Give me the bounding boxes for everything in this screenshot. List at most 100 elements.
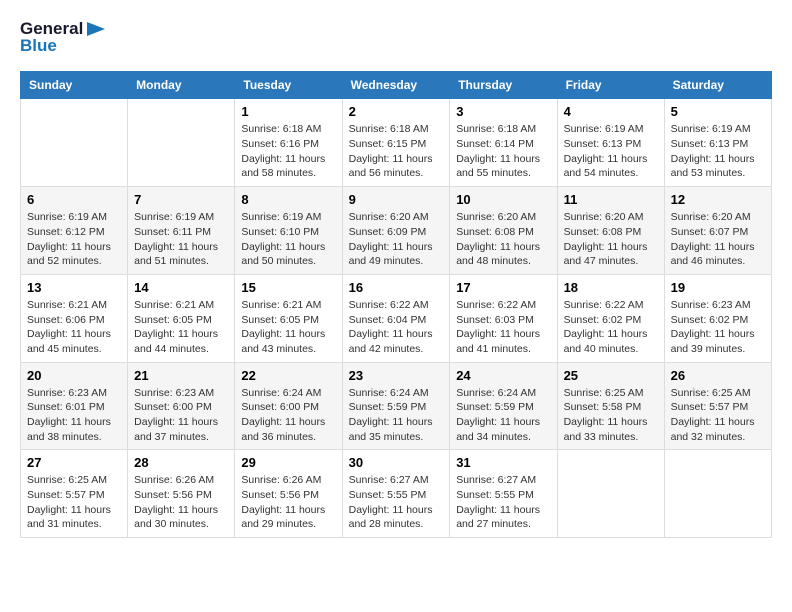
calendar-cell: 5 Sunrise: 6:19 AM Sunset: 6:13 PM Daylig… bbox=[664, 99, 771, 187]
weekday-header: Tuesday bbox=[235, 72, 342, 99]
day-number: 29 bbox=[241, 455, 335, 470]
calendar-week-row: 27 Sunrise: 6:25 AM Sunset: 5:57 PM Dayli… bbox=[21, 450, 772, 538]
day-number: 11 bbox=[564, 192, 658, 207]
day-number: 7 bbox=[134, 192, 228, 207]
weekday-header: Wednesday bbox=[342, 72, 450, 99]
day-number: 30 bbox=[349, 455, 444, 470]
day-number: 18 bbox=[564, 280, 658, 295]
calendar-cell: 24Sunrise: 6:24 AM Sunset: 5:59 PM Dayli… bbox=[450, 362, 557, 450]
calendar-cell: 9 Sunrise: 6:20 AM Sunset: 6:09 PM Daylig… bbox=[342, 187, 450, 275]
day-number: 17 bbox=[456, 280, 550, 295]
weekday-header: Saturday bbox=[664, 72, 771, 99]
day-info: Sunrise: 6:23 AM Sunset: 6:02 PM Dayligh… bbox=[671, 298, 765, 357]
day-info: Sunrise: 6:26 AM Sunset: 5:56 PM Dayligh… bbox=[241, 473, 335, 532]
day-info: Sunrise: 6:20 AM Sunset: 6:07 PM Dayligh… bbox=[671, 210, 765, 269]
day-info: Sunrise: 6:26 AM Sunset: 5:56 PM Dayligh… bbox=[134, 473, 228, 532]
day-number: 2 bbox=[349, 104, 444, 119]
day-number: 14 bbox=[134, 280, 228, 295]
day-info: Sunrise: 6:19 AM Sunset: 6:12 PM Dayligh… bbox=[27, 210, 121, 269]
day-number: 23 bbox=[349, 368, 444, 383]
day-number: 24 bbox=[456, 368, 550, 383]
day-number: 13 bbox=[27, 280, 121, 295]
weekday-header: Thursday bbox=[450, 72, 557, 99]
calendar-cell: 6 Sunrise: 6:19 AM Sunset: 6:12 PM Daylig… bbox=[21, 187, 128, 275]
weekday-header: Sunday bbox=[21, 72, 128, 99]
day-number: 15 bbox=[241, 280, 335, 295]
calendar-week-row: 1Sunrise: 6:18 AM Sunset: 6:16 PM Daylig… bbox=[21, 99, 772, 187]
day-number: 20 bbox=[27, 368, 121, 383]
calendar-cell bbox=[664, 450, 771, 538]
day-info: Sunrise: 6:18 AM Sunset: 6:15 PM Dayligh… bbox=[349, 122, 444, 181]
day-number: 12 bbox=[671, 192, 765, 207]
day-info: Sunrise: 6:21 AM Sunset: 6:05 PM Dayligh… bbox=[134, 298, 228, 357]
day-info: Sunrise: 6:23 AM Sunset: 6:01 PM Dayligh… bbox=[27, 386, 121, 445]
day-info: Sunrise: 6:20 AM Sunset: 6:08 PM Dayligh… bbox=[564, 210, 658, 269]
calendar-cell: 25 Sunrise: 6:25 AM Sunset: 5:58 PM Dayli… bbox=[557, 362, 664, 450]
day-info: Sunrise: 6:19 AM Sunset: 6:13 PM Dayligh… bbox=[564, 122, 658, 181]
weekday-header: Monday bbox=[128, 72, 235, 99]
day-info: Sunrise: 6:25 AM Sunset: 5:57 PM Dayligh… bbox=[27, 473, 121, 532]
calendar-cell: 11 Sunrise: 6:20 AM Sunset: 6:08 PM Dayli… bbox=[557, 187, 664, 275]
day-info: Sunrise: 6:25 AM Sunset: 5:57 PM Dayligh… bbox=[671, 386, 765, 445]
calendar-week-row: 13 Sunrise: 6:21 AM Sunset: 6:06 PM Dayli… bbox=[21, 274, 772, 362]
day-number: 22 bbox=[241, 368, 335, 383]
calendar-cell: 31 Sunrise: 6:27 AM Sunset: 5:55 PM Dayli… bbox=[450, 450, 557, 538]
day-number: 27 bbox=[27, 455, 121, 470]
day-info: Sunrise: 6:22 AM Sunset: 6:04 PM Dayligh… bbox=[349, 298, 444, 357]
calendar-cell: 27 Sunrise: 6:25 AM Sunset: 5:57 PM Dayli… bbox=[21, 450, 128, 538]
day-info: Sunrise: 6:18 AM Sunset: 6:16 PM Dayligh… bbox=[241, 122, 335, 181]
calendar-cell bbox=[128, 99, 235, 187]
calendar-cell bbox=[21, 99, 128, 187]
day-info: Sunrise: 6:20 AM Sunset: 6:08 PM Dayligh… bbox=[456, 210, 550, 269]
calendar-cell: 4 Sunrise: 6:19 AM Sunset: 6:13 PM Daylig… bbox=[557, 99, 664, 187]
day-info: Sunrise: 6:27 AM Sunset: 5:55 PM Dayligh… bbox=[456, 473, 550, 532]
day-number: 31 bbox=[456, 455, 550, 470]
calendar-cell: 30 Sunrise: 6:27 AM Sunset: 5:55 PM Dayli… bbox=[342, 450, 450, 538]
calendar-cell: 26Sunrise: 6:25 AM Sunset: 5:57 PM Dayli… bbox=[664, 362, 771, 450]
day-number: 9 bbox=[349, 192, 444, 207]
calendar-week-row: 20 Sunrise: 6:23 AM Sunset: 6:01 PM Dayli… bbox=[21, 362, 772, 450]
day-number: 25 bbox=[564, 368, 658, 383]
day-info: Sunrise: 6:25 AM Sunset: 5:58 PM Dayligh… bbox=[564, 386, 658, 445]
calendar-cell: 28Sunrise: 6:26 AM Sunset: 5:56 PM Dayli… bbox=[128, 450, 235, 538]
day-number: 16 bbox=[349, 280, 444, 295]
calendar-cell: 29 Sunrise: 6:26 AM Sunset: 5:56 PM Dayli… bbox=[235, 450, 342, 538]
calendar-cell: 19Sunrise: 6:23 AM Sunset: 6:02 PM Dayli… bbox=[664, 274, 771, 362]
day-number: 5 bbox=[671, 104, 765, 119]
calendar-cell: 10 Sunrise: 6:20 AM Sunset: 6:08 PM Dayli… bbox=[450, 187, 557, 275]
day-info: Sunrise: 6:22 AM Sunset: 6:02 PM Dayligh… bbox=[564, 298, 658, 357]
day-info: Sunrise: 6:21 AM Sunset: 6:06 PM Dayligh… bbox=[27, 298, 121, 357]
day-info: Sunrise: 6:19 AM Sunset: 6:13 PM Dayligh… bbox=[671, 122, 765, 181]
weekday-header: Friday bbox=[557, 72, 664, 99]
calendar-cell: 18 Sunrise: 6:22 AM Sunset: 6:02 PM Dayli… bbox=[557, 274, 664, 362]
day-info: Sunrise: 6:24 AM Sunset: 6:00 PM Dayligh… bbox=[241, 386, 335, 445]
day-number: 6 bbox=[27, 192, 121, 207]
logo: General Blue bbox=[20, 20, 105, 55]
day-info: Sunrise: 6:22 AM Sunset: 6:03 PM Dayligh… bbox=[456, 298, 550, 357]
calendar-header-row: SundayMondayTuesdayWednesdayThursdayFrid… bbox=[21, 72, 772, 99]
day-number: 10 bbox=[456, 192, 550, 207]
day-number: 3 bbox=[456, 104, 550, 119]
calendar-cell: 3 Sunrise: 6:18 AM Sunset: 6:14 PM Daylig… bbox=[450, 99, 557, 187]
day-info: Sunrise: 6:20 AM Sunset: 6:09 PM Dayligh… bbox=[349, 210, 444, 269]
day-info: Sunrise: 6:19 AM Sunset: 6:10 PM Dayligh… bbox=[241, 210, 335, 269]
calendar-cell: 20 Sunrise: 6:23 AM Sunset: 6:01 PM Dayli… bbox=[21, 362, 128, 450]
calendar-cell: 14 Sunrise: 6:21 AM Sunset: 6:05 PM Dayli… bbox=[128, 274, 235, 362]
calendar-cell: 1Sunrise: 6:18 AM Sunset: 6:16 PM Daylig… bbox=[235, 99, 342, 187]
day-number: 4 bbox=[564, 104, 658, 119]
calendar-cell: 2 Sunrise: 6:18 AM Sunset: 6:15 PM Daylig… bbox=[342, 99, 450, 187]
calendar-cell: 16 Sunrise: 6:22 AM Sunset: 6:04 PM Dayli… bbox=[342, 274, 450, 362]
day-info: Sunrise: 6:27 AM Sunset: 5:55 PM Dayligh… bbox=[349, 473, 444, 532]
page-header: General Blue bbox=[20, 20, 772, 55]
calendar-cell: 12 Sunrise: 6:20 AM Sunset: 6:07 PM Dayli… bbox=[664, 187, 771, 275]
calendar-cell: 7 Sunrise: 6:19 AM Sunset: 6:11 PM Daylig… bbox=[128, 187, 235, 275]
calendar-cell: 8Sunrise: 6:19 AM Sunset: 6:10 PM Daylig… bbox=[235, 187, 342, 275]
day-info: Sunrise: 6:19 AM Sunset: 6:11 PM Dayligh… bbox=[134, 210, 228, 269]
calendar-week-row: 6 Sunrise: 6:19 AM Sunset: 6:12 PM Daylig… bbox=[21, 187, 772, 275]
calendar-table: SundayMondayTuesdayWednesdayThursdayFrid… bbox=[20, 71, 772, 538]
logo-graphic: General Blue bbox=[20, 20, 105, 55]
day-info: Sunrise: 6:18 AM Sunset: 6:14 PM Dayligh… bbox=[456, 122, 550, 181]
day-number: 21 bbox=[134, 368, 228, 383]
calendar-cell: 21Sunrise: 6:23 AM Sunset: 6:00 PM Dayli… bbox=[128, 362, 235, 450]
day-info: Sunrise: 6:24 AM Sunset: 5:59 PM Dayligh… bbox=[349, 386, 444, 445]
